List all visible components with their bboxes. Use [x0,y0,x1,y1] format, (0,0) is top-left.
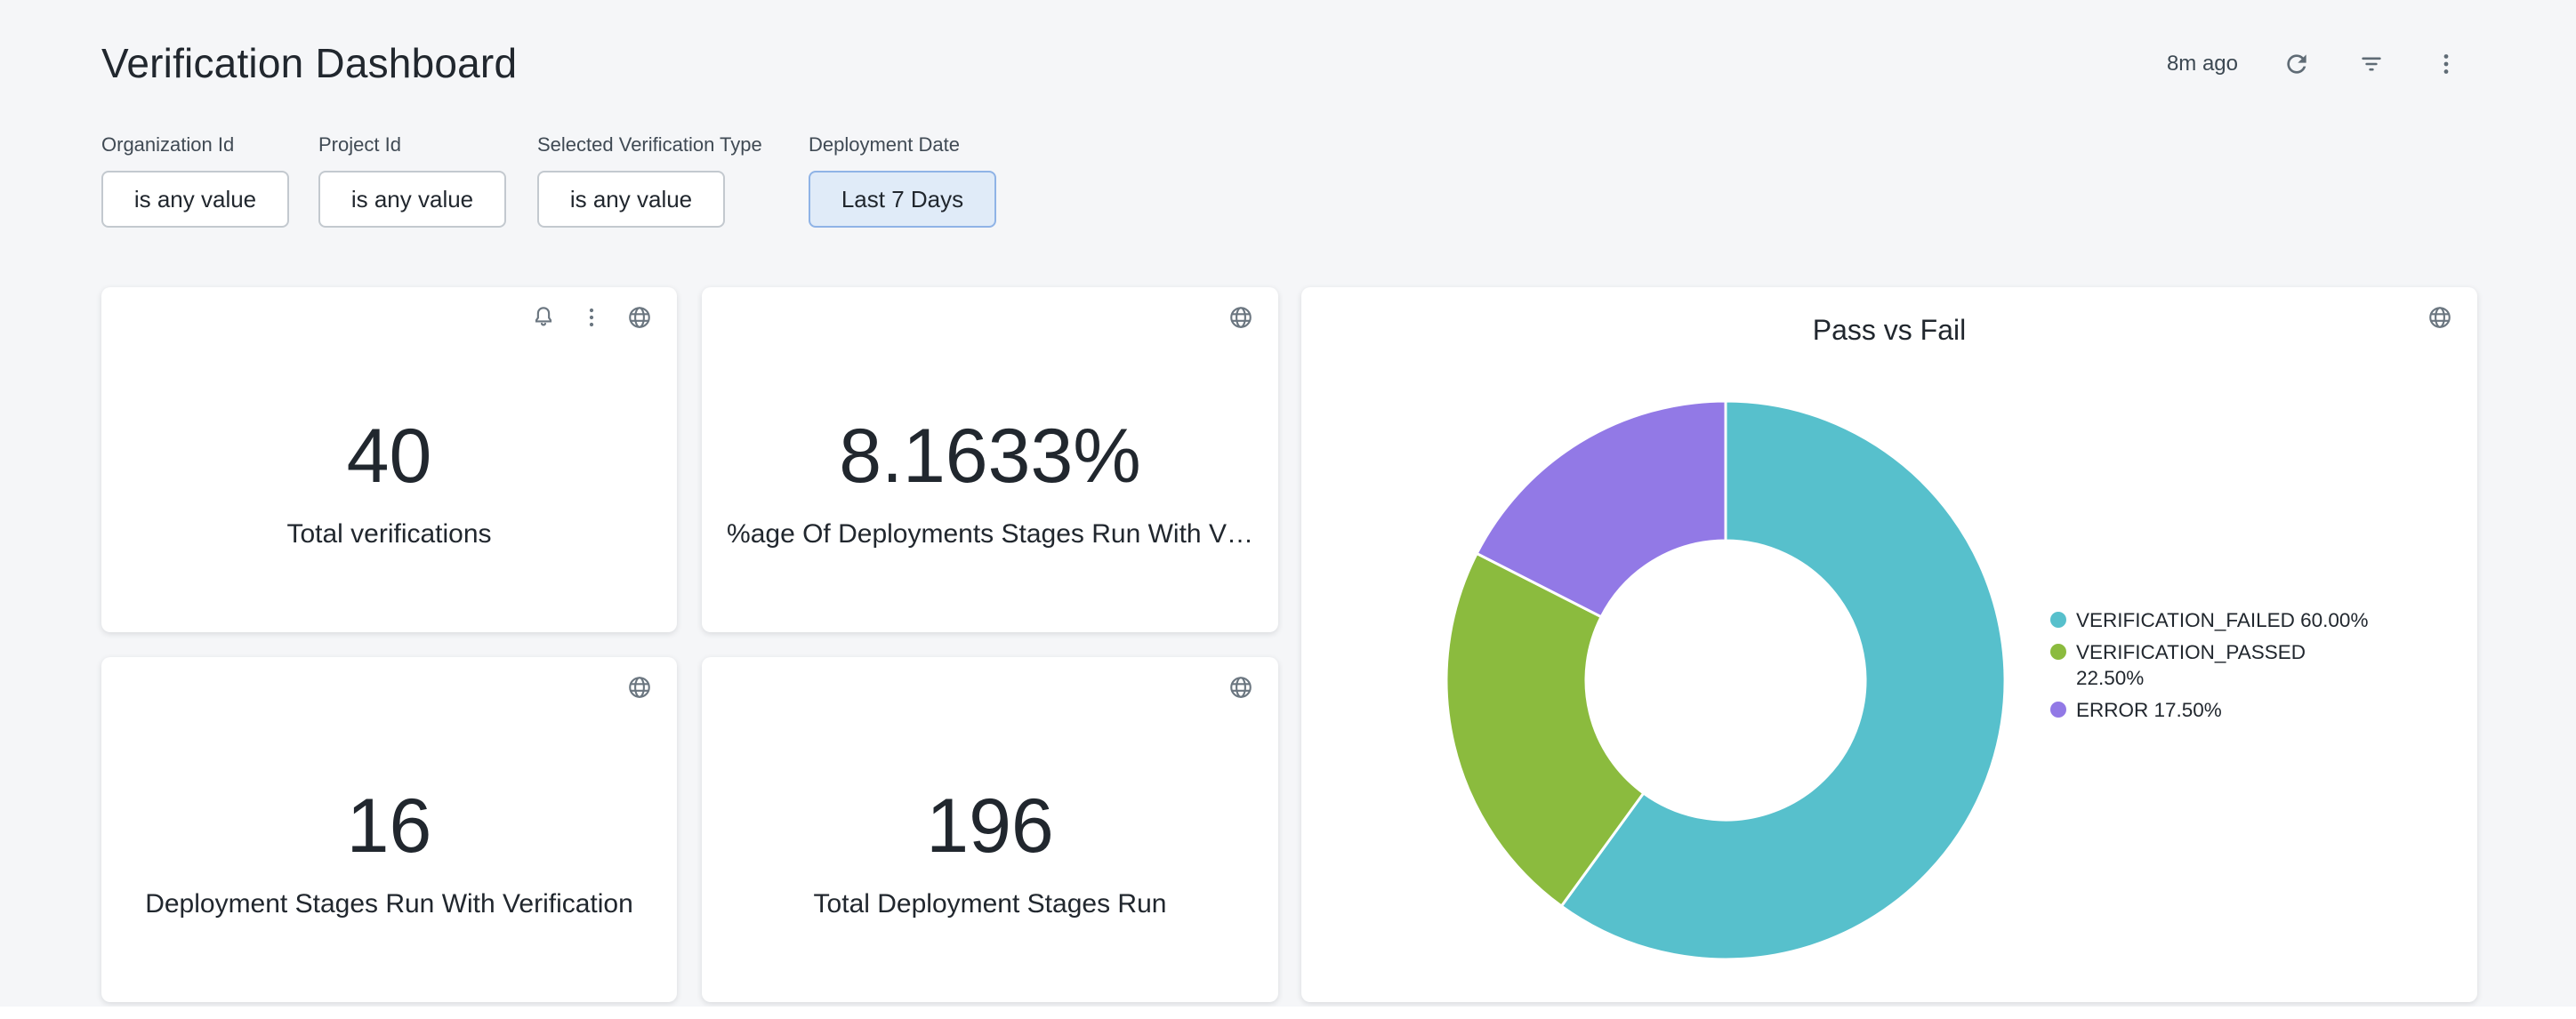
dashboard-page: Verification Dashboard 8m ago Organizati… [0,0,2576,1019]
filter-organization-id: Organization Id is any value [101,133,289,228]
tile-stages-run-with-verification: 16 Deployment Stages Run With Verificati… [101,657,677,1002]
kebab-menu-icon [578,304,605,331]
tile-icons [527,301,656,333]
page-title: Verification Dashboard [101,39,517,87]
filter-deployment-date: Deployment Date Last 7 Days [809,133,996,228]
kpi-value: 8.1633% [839,418,1141,494]
explore-globe-button[interactable] [1225,671,1257,703]
explore-globe-button[interactable] [2424,301,2456,333]
legend-color-dot [2050,612,2066,628]
page-bottom-edge [0,1007,2576,1019]
kpi-value: 40 [347,418,432,494]
tile-total-stages-run: 196 Total Deployment Stages Run [702,657,1278,1002]
explore-globe-button[interactable] [624,671,656,703]
kpi-label: Deployment Stages Run With Verification [145,889,633,919]
kpi-body: 196 Total Deployment Stages Run [702,657,1278,1002]
kpi-value: 196 [926,788,1054,864]
explore-globe-button[interactable] [624,301,656,333]
legend-color-dot [2050,702,2066,718]
refresh-icon [2282,50,2311,78]
filter-chip-project-id[interactable]: is any value [318,171,506,228]
tile-actions-menu-button[interactable] [576,301,608,333]
legend-label: VERIFICATION_FAILED 60.00% [2076,607,2368,633]
legend-item-error[interactable]: ERROR 17.50% [2050,697,2371,723]
filter-project-id: Project Id is any value [318,133,506,228]
alert-bell-icon [530,304,557,331]
tile-icons [624,671,656,703]
tile-pct-stages-with-verification: 8.1633% %age Of Deployments Stages Run W… [702,287,1278,632]
filter-chip-verification-type[interactable]: is any value [537,171,725,228]
explore-globe-button[interactable] [1225,301,1257,333]
legend-label: VERIFICATION_PASSED 22.50% [2076,639,2371,691]
kpi-body: 8.1633% %age Of Deployments Stages Run W… [702,287,1278,632]
kpi-label: %age Of Deployments Stages Run With V… [727,519,1253,550]
filter-chip-organization-id[interactable]: is any value [101,171,289,228]
alert-bell-button[interactable] [527,301,559,333]
kpi-label: Total Deployment Stages Run [814,889,1167,919]
kebab-menu-icon [2432,50,2460,78]
tile-icons [2424,301,2456,333]
filter-verification-type: Selected Verification Type is any value [537,133,762,228]
header-actions: 8m ago [2167,48,2462,80]
globe-icon [2427,304,2453,331]
globe-icon [1228,674,1254,701]
kpi-body: 16 Deployment Stages Run With Verificati… [101,657,677,1002]
last-refreshed-timestamp: 8m ago [2167,52,2238,76]
legend-item-verification_passed[interactable]: VERIFICATION_PASSED 22.50% [2050,639,2371,691]
legend-item-verification_failed[interactable]: VERIFICATION_FAILED 60.00% [2050,607,2371,633]
kpi-value: 16 [347,788,432,864]
legend-label: ERROR 17.50% [2076,697,2222,723]
tile-total-verifications: 40 Total verifications [101,287,677,632]
tile-pass-vs-fail: Pass vs Fail VERIFICATION_FAILED 60.00%V… [1301,287,2477,1002]
filter-icon [2357,50,2386,78]
refresh-button[interactable] [2281,48,2313,80]
globe-icon [1228,304,1254,331]
tile-icons [1225,671,1257,703]
kpi-label: Total verifications [286,519,491,550]
filter-label-verification-type: Selected Verification Type [537,133,762,156]
tile-icons [1225,301,1257,333]
donut-legend: VERIFICATION_FAILED 60.00% VERIFICATION_P… [2050,607,2371,729]
filters-toggle-button[interactable] [2355,48,2387,80]
legend-color-dot [2050,644,2066,660]
filter-label-project-id: Project Id [318,133,506,156]
filter-chip-deployment-date[interactable]: Last 7 Days [809,171,996,228]
globe-icon [626,674,653,701]
filter-label-deployment-date: Deployment Date [809,133,996,156]
filter-label-organization-id: Organization Id [101,133,289,156]
globe-icon [626,304,653,331]
dashboard-actions-menu-button[interactable] [2430,48,2462,80]
kpi-body: 40 Total verifications [101,287,677,632]
